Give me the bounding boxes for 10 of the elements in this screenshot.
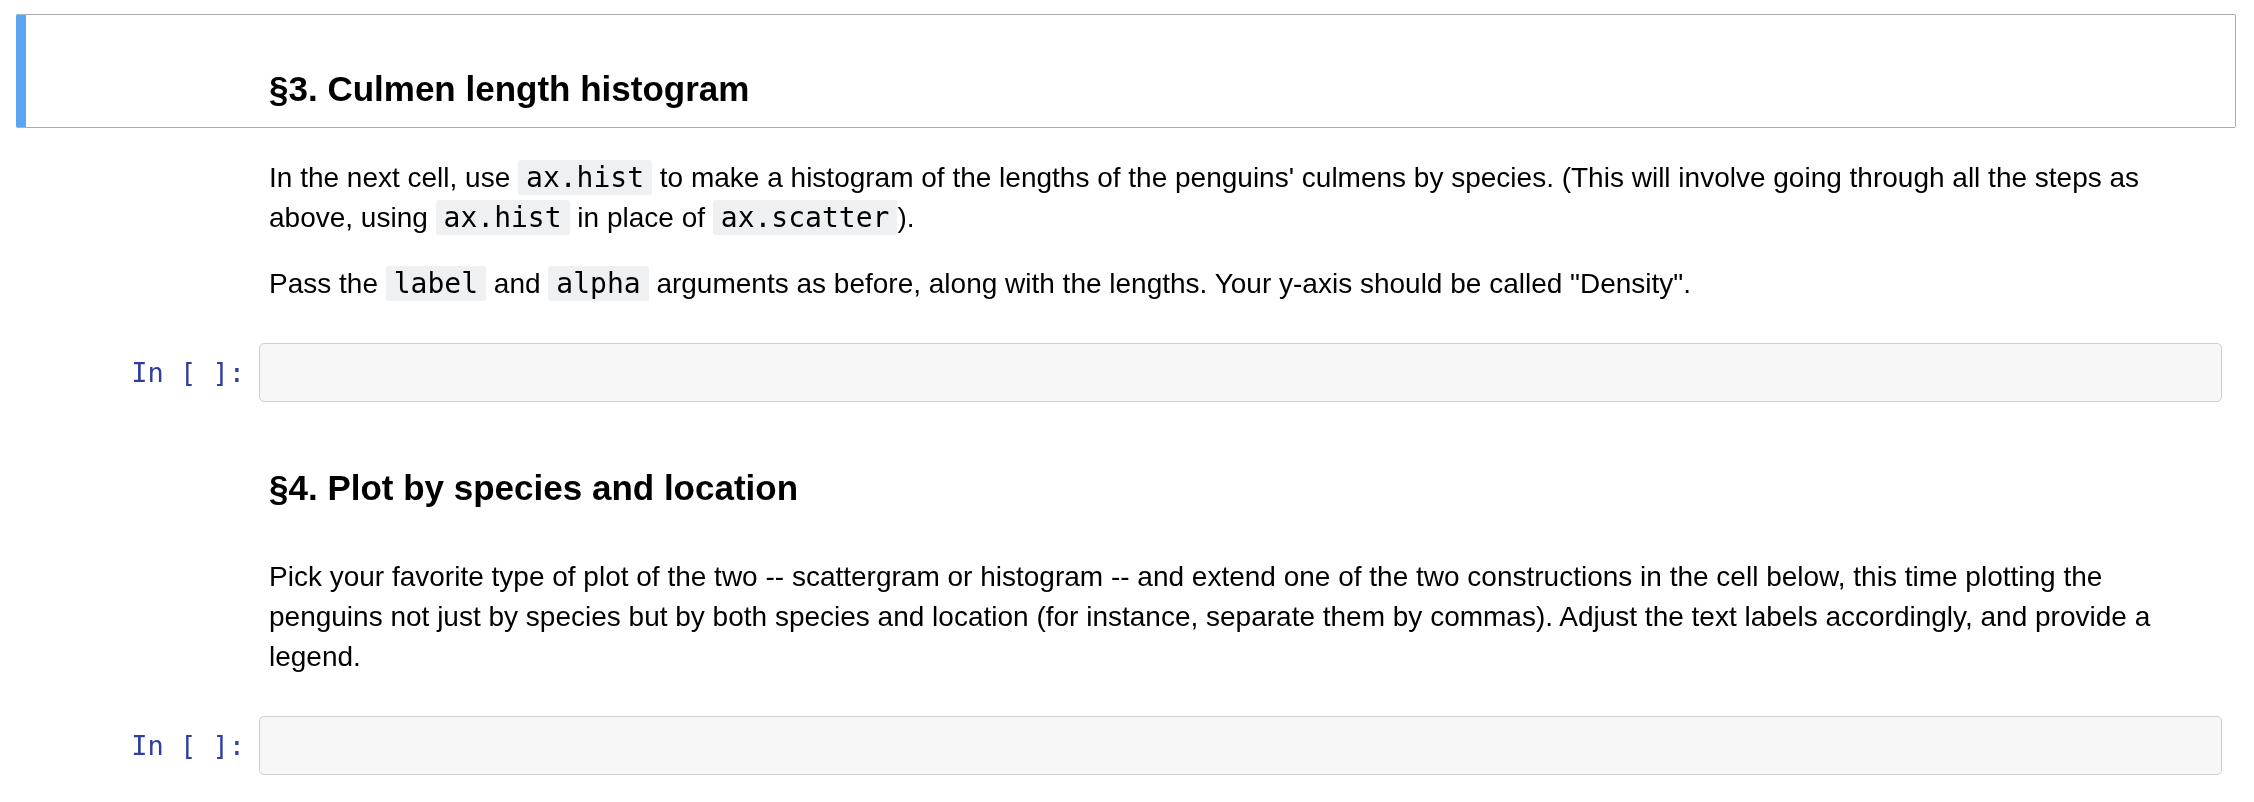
input-prompt: In [ ]: (131, 357, 245, 388)
code-input-field[interactable] (259, 716, 2222, 775)
input-prompt: In [ ]: (131, 730, 245, 761)
paragraph-text: Pick your favorite type of plot of the two -- scattergram or histogram -- and extend one of the two constructions in the cell below, this time plotting the penguins not just by species but by both species and location (for instance, separate them by commas). Adjust the text labels accordingly, and provide a legend. (269, 560, 2152, 674)
section-heading: §3. Culmen length histogram (269, 68, 751, 110)
paragraph-text: In the next cell, use ax.hist to make a histogram of the lengths of the penguins' culmens by species. (This will involve going through all the steps as above, using ax.hist in place of ax.scatter ). (269, 159, 2141, 237)
section-heading: §4. Plot by species and location (269, 467, 800, 509)
selected-cell[interactable]: §3. Culmen length histogram (16, 14, 2236, 128)
paragraph-text: Pass the label and alpha arguments as before, along with the lengths. Your y-axis should be called "Density". (269, 265, 1693, 303)
code-input-field[interactable] (259, 343, 2222, 402)
